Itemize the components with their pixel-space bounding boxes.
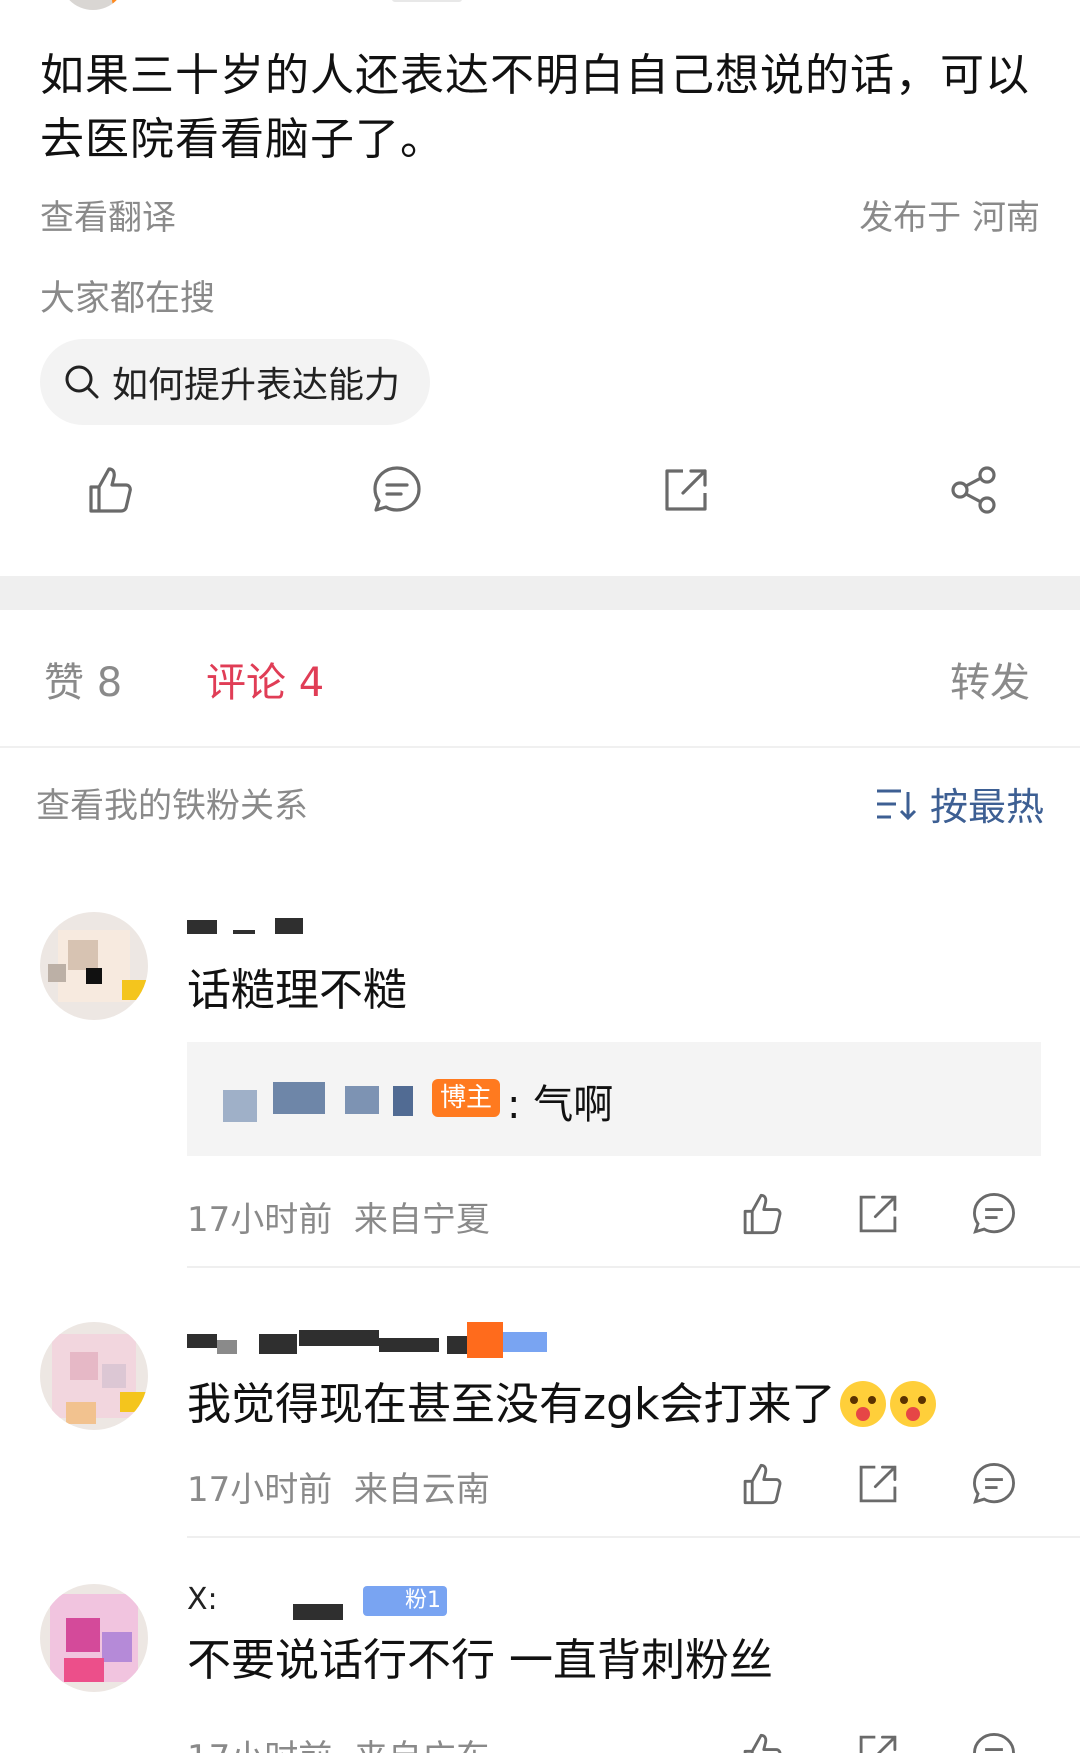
share-button[interactable] xyxy=(944,460,1004,520)
post-author-avatar[interactable] xyxy=(60,0,126,10)
comment-time: 17小时前 xyxy=(187,1470,333,1510)
comment-location: 来自云南 xyxy=(353,1470,490,1510)
vip-badge-icon xyxy=(112,0,126,10)
like-button[interactable] xyxy=(80,460,140,520)
comment-text: 我觉得现在甚至没有zgk会打来了 xyxy=(187,1368,936,1432)
comment-like-button[interactable] xyxy=(734,1186,790,1242)
comment-reply-button[interactable] xyxy=(966,1186,1022,1242)
comment-divider xyxy=(187,1536,1080,1538)
like-icon xyxy=(743,1733,782,1753)
like-icon xyxy=(743,1463,782,1505)
sort-icon xyxy=(876,789,917,820)
comment-icon xyxy=(973,1463,1015,1504)
repost-icon xyxy=(859,1735,897,1753)
repost-icon xyxy=(859,1195,897,1233)
reply-username-redacted xyxy=(223,1082,423,1122)
post-author-name-sliver xyxy=(392,0,462,2)
tongue-out-emoji-icon xyxy=(839,1381,886,1427)
username-redacted[interactable]: X: 粉1 xyxy=(187,1582,467,1622)
comment-repost-button[interactable] xyxy=(850,1186,906,1242)
interaction-tabs: 赞 8 评论 4 转发 xyxy=(0,610,1080,748)
avatar[interactable] xyxy=(40,1584,148,1692)
comment-meta: 17小时前 来自宁夏 xyxy=(187,1192,490,1241)
reply-preview[interactable]: 博主 : 气啊 xyxy=(187,1042,1041,1156)
username-redacted[interactable] xyxy=(187,914,307,950)
post-content: 如果三十岁的人还表达不明白自己想说的话，可以去医院看看脑子了。 xyxy=(40,50,1030,165)
comment-reply-button[interactable] xyxy=(966,1456,1022,1512)
trending-search-label: 如何提升表达能力 xyxy=(112,365,401,406)
comment-icon xyxy=(373,466,421,512)
repost-icon xyxy=(859,1465,897,1503)
comment-like-button[interactable] xyxy=(734,1456,790,1512)
sort-button[interactable]: 按最热 xyxy=(874,776,1044,831)
comment-toolbar: 查看我的铁粉关系 按最热 xyxy=(0,750,1080,850)
comment-button[interactable] xyxy=(367,460,427,520)
tab-likes[interactable]: 赞 8 xyxy=(44,650,122,708)
comment-repost-button[interactable] xyxy=(850,1726,906,1753)
repost-button[interactable] xyxy=(656,460,716,520)
comment-time: 17小时前 xyxy=(187,1738,332,1753)
fan-relationship-link[interactable]: 查看我的铁粉关系 xyxy=(36,778,308,827)
repost-icon xyxy=(665,469,707,511)
comment-reply-button[interactable] xyxy=(966,1726,1022,1753)
post-location: 发布于 河南 xyxy=(859,198,1040,238)
comment-actions xyxy=(734,1726,1034,1753)
section-divider xyxy=(0,576,1080,610)
comment-divider xyxy=(187,1266,1080,1268)
trending-search-title: 大家都在搜 xyxy=(40,279,216,319)
comment-text: 不要说话行不行 一直背刺粉丝 xyxy=(187,1635,773,1686)
comment-location: 来自广东 xyxy=(354,1738,490,1753)
share-icon xyxy=(951,466,996,514)
like-icon xyxy=(89,467,132,513)
weibo-detail-screen: 如果三十岁的人还表达不明白自己想说的话，可以去医院看看脑子了。 查看翻译 发布于… xyxy=(0,0,1080,1753)
comment-time: 17小时前 xyxy=(187,1200,333,1240)
translate-link[interactable]: 查看翻译 xyxy=(40,190,176,239)
comment-meta: 17小时前 来自广东 xyxy=(187,1730,490,1753)
comment-repost-button[interactable] xyxy=(850,1456,906,1512)
post-action-bar xyxy=(0,460,1080,542)
tongue-out-emoji-icon xyxy=(889,1381,936,1427)
tab-comments[interactable]: 评论 4 xyxy=(206,650,324,708)
comment-icon xyxy=(973,1733,1015,1753)
comment-meta: 17小时前 来自云南 xyxy=(187,1462,490,1511)
comment-location: 来自宁夏 xyxy=(353,1200,490,1240)
trending-search-chip[interactable]: 如何提升表达能力 xyxy=(40,339,431,425)
like-icon xyxy=(743,1193,782,1235)
sort-label: 按最热 xyxy=(929,785,1044,829)
comment-text-body: 我觉得现在甚至没有zgk会打来了 xyxy=(187,1379,836,1430)
comment-actions xyxy=(734,1186,1034,1242)
username-redacted[interactable] xyxy=(187,1322,557,1362)
author-badge: 博主 xyxy=(432,1079,501,1117)
comment-actions xyxy=(734,1456,1034,1512)
tab-reposts[interactable]: 转发 xyxy=(950,650,1030,708)
username-fragment: X: xyxy=(187,1582,218,1617)
fan-badge: 粉1 xyxy=(363,1586,447,1616)
search-icon xyxy=(65,365,99,399)
comment-like-button[interactable] xyxy=(734,1726,790,1753)
comment-text: 话糙理不糙 xyxy=(187,965,407,1016)
avatar[interactable] xyxy=(40,912,148,1020)
reply-text: : 气啊 xyxy=(507,1082,614,1128)
comment-icon xyxy=(973,1193,1015,1234)
avatar[interactable] xyxy=(40,1322,148,1430)
